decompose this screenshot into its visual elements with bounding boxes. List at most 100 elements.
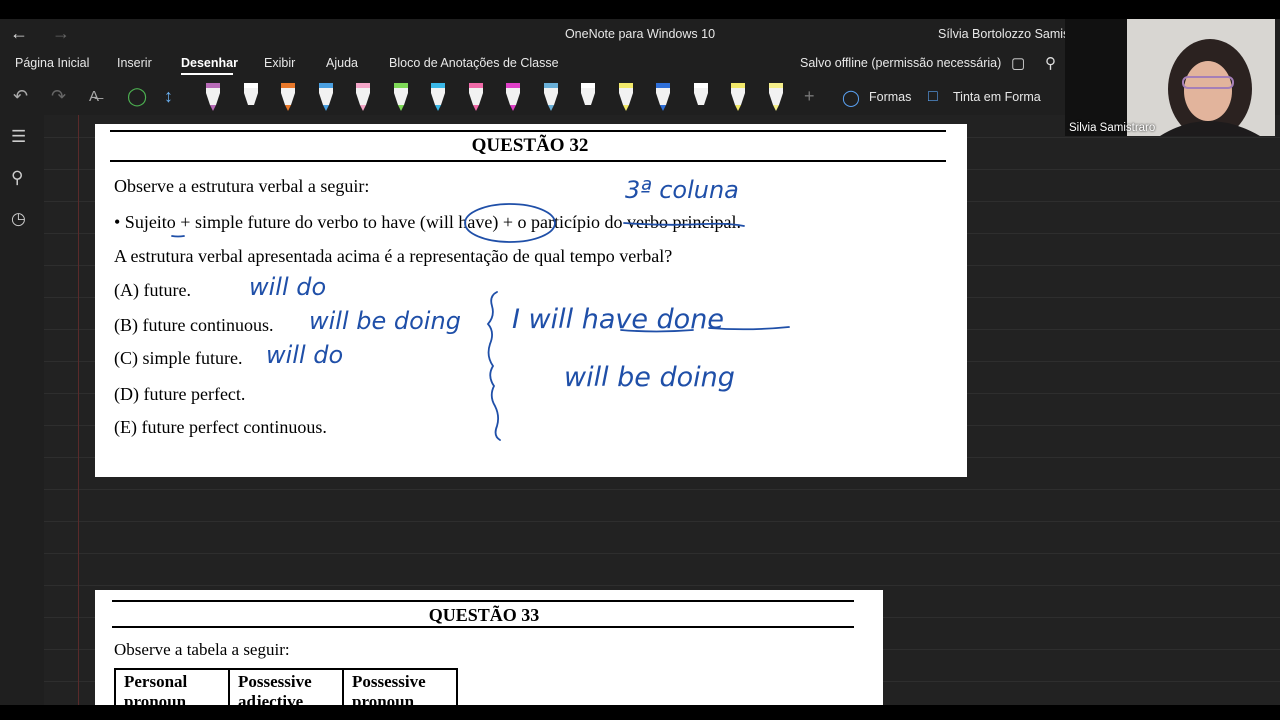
pen-tool[interactable]	[726, 79, 750, 113]
pen-color-swatch	[543, 83, 558, 88]
pen-tool[interactable]	[426, 79, 450, 113]
tab-inserir[interactable]: Inserir	[117, 56, 152, 70]
ink-to-shape-icon[interactable]: □	[928, 88, 938, 106]
presenter-video	[1065, 19, 1275, 136]
intro-text: Observe a tabela a seguir:	[114, 640, 290, 659]
question-33-image[interactable]: QUESTÃO 33 Observe a tabela a seguir: Pe…	[95, 590, 883, 705]
pen-tip	[510, 105, 516, 111]
ink-to-shape-button[interactable]: Tinta em Forma	[953, 90, 1041, 104]
pen-color-swatch	[656, 83, 670, 88]
bullet-part-c: + o particípio do verbo principal.	[498, 212, 741, 232]
add-pen-icon[interactable]: +	[804, 86, 815, 107]
tab-ajuda[interactable]: Ajuda	[326, 56, 358, 70]
pen-tip	[435, 105, 441, 111]
option-d: (D) future perfect.	[114, 384, 246, 404]
pen-tip	[772, 105, 779, 111]
table-header-cell: Possessive pronoun	[342, 668, 458, 705]
table-header-cell: Possessive adjective	[228, 668, 344, 705]
sync-status: Salvo offline (permissão necessária)	[800, 56, 1002, 70]
add-space-icon[interactable]: ↕	[164, 86, 173, 107]
shapes-icon[interactable]: ◯	[842, 88, 860, 108]
question-title: QUESTÃO 32	[471, 135, 589, 156]
pen-tool[interactable]	[651, 79, 675, 113]
pen-tool[interactable]	[389, 79, 413, 113]
pen-tool[interactable]	[764, 79, 788, 113]
top-letterbox	[0, 0, 1280, 19]
pen-color-swatch	[768, 83, 783, 88]
pen-color-swatch	[693, 83, 708, 88]
page-canvas[interactable]: QUESTÃO 32 Observe a estrutura verbal a …	[44, 115, 1280, 705]
active-tab-underline	[181, 73, 233, 75]
question-title: QUESTÃO 33	[428, 605, 540, 625]
pen-tool[interactable]	[576, 79, 600, 113]
pen-tip	[697, 105, 704, 111]
shapes-button[interactable]: Formas	[869, 90, 911, 104]
sticky-note-icon[interactable]: ▢	[1011, 54, 1025, 72]
recent-clock-icon[interactable]: ◷	[11, 209, 26, 229]
bottom-letterbox	[0, 705, 1280, 720]
pen-tool[interactable]	[464, 79, 488, 113]
back-arrow-icon[interactable]: ←	[10, 23, 28, 44]
pen-tip	[585, 105, 591, 111]
title-rule	[112, 626, 854, 628]
pen-tip	[397, 105, 404, 111]
structure-bullet: • Sujeito + simple future do verbo to ha…	[114, 212, 741, 233]
lightbulb-icon[interactable]: ⚲	[1045, 54, 1056, 72]
pen-tool[interactable]	[239, 79, 263, 113]
pen-color-swatch	[393, 83, 408, 88]
pen-color-swatch	[243, 83, 258, 88]
pen-color-swatch	[581, 83, 595, 88]
pen-tool[interactable]	[276, 79, 300, 113]
pen-tip	[285, 105, 291, 111]
pen-tip	[322, 105, 329, 111]
notebooks-icon[interactable]: ☰	[11, 127, 26, 147]
pen-color-swatch	[731, 83, 745, 88]
pen-tip	[660, 105, 666, 111]
lasso-select-icon[interactable]: ◯	[127, 86, 147, 107]
pen-color-swatch	[468, 83, 483, 88]
presenter-face	[1184, 61, 1232, 121]
left-nav: ☰ ⚲ ◷	[0, 115, 44, 705]
tab-bloco-anotacoes-classe[interactable]: Bloco de Anotações de Classe	[389, 56, 559, 70]
pen-tip	[547, 105, 554, 111]
pen-tip	[472, 105, 479, 111]
user-name[interactable]: Sílvia Bortolozzo Samist	[938, 27, 1073, 41]
pen-tool[interactable]	[501, 79, 525, 113]
pen-color-swatch	[281, 83, 295, 88]
pen-tip	[622, 105, 629, 111]
pen-tip	[735, 105, 741, 111]
pen-tool[interactable]	[614, 79, 638, 113]
pen-tool[interactable]	[689, 79, 713, 113]
bullet-part-a: • Sujeito + simple future do verbo to ha…	[114, 212, 420, 232]
pen-tool[interactable]	[351, 79, 375, 113]
tab-exibir[interactable]: Exibir	[264, 56, 295, 70]
tab-desenhar[interactable]: Desenhar	[181, 56, 238, 70]
pen-color-swatch	[431, 83, 445, 88]
top-rule	[110, 130, 946, 132]
option-e: (E) future perfect continuous.	[114, 417, 327, 437]
pen-color-swatch	[206, 83, 220, 88]
redo-icon[interactable]: ↷	[51, 86, 66, 107]
type-select-icon[interactable]: A̶	[89, 88, 99, 105]
forward-arrow-icon[interactable]: →	[52, 23, 70, 44]
option-c: (C) simple future.	[114, 348, 243, 368]
undo-icon[interactable]: ↶	[13, 86, 28, 107]
top-rule	[112, 600, 854, 602]
bullet-part-b: (will have)	[419, 212, 499, 232]
pen-tip	[210, 105, 216, 111]
pen-tool[interactable]	[201, 79, 225, 113]
tab-pagina-inicial[interactable]: Página Inicial	[15, 56, 89, 70]
question-text: A estrutura verbal apresentada acima é a…	[114, 246, 673, 266]
margin-line	[78, 115, 79, 705]
pen-color-swatch	[356, 83, 370, 88]
webcam-name: Silvia Samistraro	[1069, 122, 1156, 134]
search-icon[interactable]: ⚲	[11, 168, 23, 188]
title-rule	[110, 160, 946, 162]
video-dark-area	[1065, 19, 1127, 136]
table-row: Personal pronoun Possessive adjective Po…	[114, 668, 458, 705]
pen-tip	[360, 105, 366, 111]
pen-tool[interactable]	[539, 79, 563, 113]
pen-tool[interactable]	[314, 79, 338, 113]
question-32-image[interactable]: QUESTÃO 32 Observe a estrutura verbal a …	[95, 124, 967, 477]
option-b: (B) future continuous.	[114, 315, 274, 335]
